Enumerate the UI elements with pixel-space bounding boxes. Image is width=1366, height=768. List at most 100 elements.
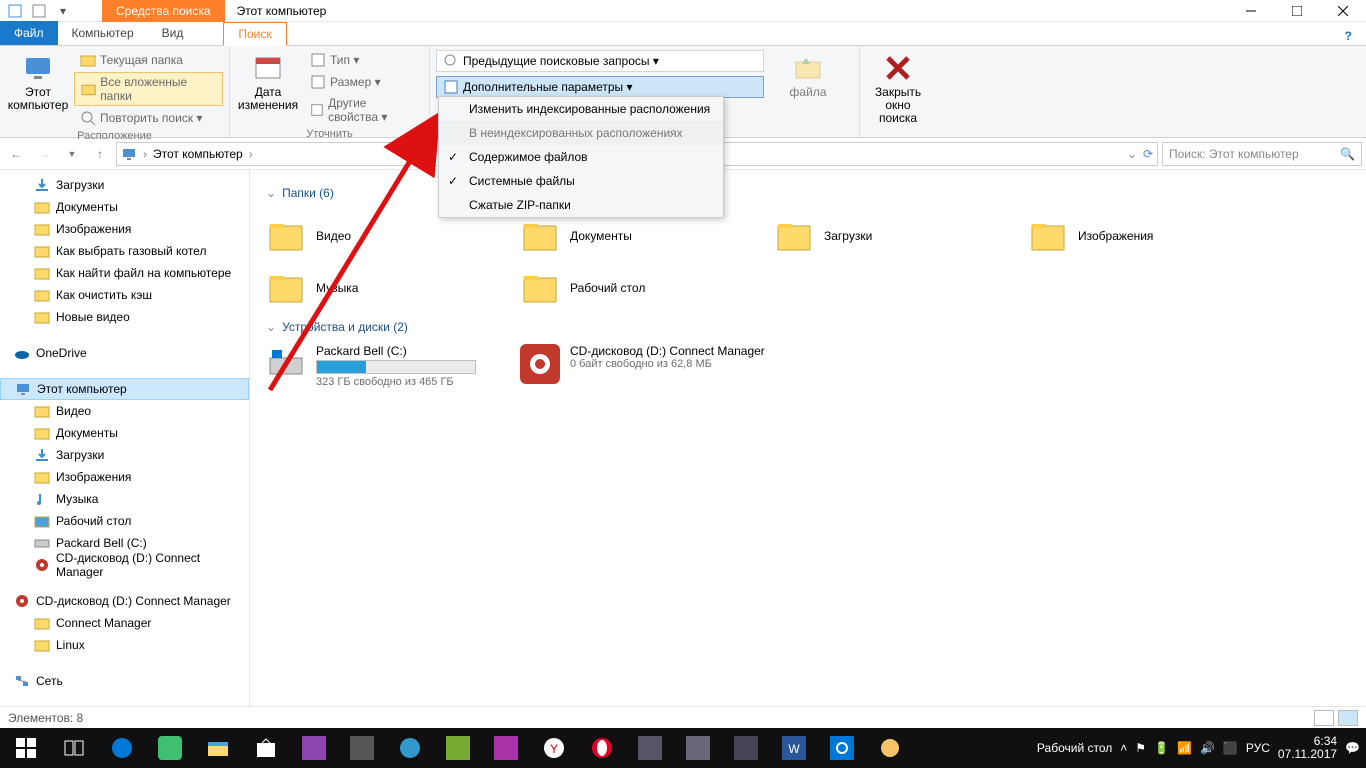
current-folder-button[interactable]: Текущая папка [74, 50, 223, 70]
qat-dropdown[interactable]: ▾ [54, 2, 72, 20]
help-button[interactable]: ? [1331, 27, 1366, 45]
tree-node[interactable]: Изображения [0, 218, 249, 240]
taskbar-app-7[interactable] [626, 728, 674, 768]
tab-search[interactable]: Поиск [223, 22, 286, 46]
taskbar-paint[interactable] [866, 728, 914, 768]
taskbar-opera[interactable] [578, 728, 626, 768]
taskbar-store[interactable] [242, 728, 290, 768]
tray-volume-icon[interactable]: 🔊 [1200, 741, 1215, 755]
search-input[interactable]: Поиск: Этот компьютер 🔍 [1162, 142, 1362, 166]
folder-item[interactable]: Изображения [1028, 210, 1282, 262]
taskbar-app-8[interactable] [674, 728, 722, 768]
minimize-button[interactable] [1228, 0, 1274, 22]
qat-new-icon[interactable] [30, 2, 48, 20]
notifications-icon[interactable]: 💬 [1345, 741, 1360, 755]
tray-icon-1[interactable]: ⚑ [1135, 741, 1146, 755]
nav-forward-button[interactable]: → [32, 142, 56, 166]
close-search-button[interactable]: Закрыть окно поиска [866, 50, 930, 128]
tree-node[interactable]: Музыка [0, 488, 249, 510]
advanced-options-button[interactable]: Дополнительные параметры ▾ [436, 76, 764, 98]
breadcrumb-segment[interactable]: Этот компьютер [153, 147, 243, 161]
qat-props-icon[interactable] [6, 2, 24, 20]
tray-icon-3[interactable]: ⬛ [1223, 741, 1238, 755]
tray-icon-2[interactable]: 🔋 [1154, 741, 1169, 755]
tray-network-icon[interactable]: 📶 [1177, 741, 1192, 755]
menu-section-header: В неиндексированных расположениях [439, 121, 723, 145]
taskbar-app-4[interactable] [386, 728, 434, 768]
tree-node[interactable]: Рабочий стол [0, 510, 249, 532]
taskbar-explorer[interactable] [194, 728, 242, 768]
tray-chevron-icon[interactable]: ˄ [1120, 741, 1127, 755]
tree-node[interactable]: Linux [0, 634, 249, 656]
folder-item[interactable]: Музыка [266, 262, 520, 314]
tree-node[interactable]: Как выбрать газовый котел [0, 240, 249, 262]
tree-node[interactable]: Новые видео [0, 306, 249, 328]
menu-change-indexed[interactable]: Изменить индексированные расположения [439, 97, 723, 121]
tree-node[interactable]: Загрузки [0, 174, 249, 196]
date-modified-button[interactable]: Дата изменения [236, 50, 300, 126]
taskbar-word[interactable]: W [770, 728, 818, 768]
tab-computer[interactable]: Компьютер [58, 21, 148, 45]
tab-view[interactable]: Вид [148, 21, 198, 45]
view-details-icon[interactable] [1314, 710, 1334, 726]
taskbar-settings[interactable] [818, 728, 866, 768]
taskbar-app-3[interactable] [338, 728, 386, 768]
menu-zip[interactable]: Сжатые ZIP-папки [439, 193, 723, 217]
taskbar-app-9[interactable] [722, 728, 770, 768]
close-button[interactable] [1320, 0, 1366, 22]
size-button[interactable]: Размер ▾ [304, 72, 423, 92]
all-subfolders-button[interactable]: Все вложенные папки [74, 72, 223, 106]
tree-node[interactable]: Документы [0, 422, 249, 444]
show-desktop-label[interactable]: Рабочий стол [1037, 741, 1112, 755]
nav-recent-button[interactable]: ▼ [60, 142, 84, 166]
tree-node[interactable]: Этот компьютер [0, 378, 249, 400]
this-pc-button[interactable]: Этот компьютер [6, 50, 70, 128]
nav-back-button[interactable]: ← [4, 142, 28, 166]
maximize-button[interactable] [1274, 0, 1320, 22]
menu-file-contents[interactable]: ✓Содержимое файлов [439, 145, 723, 169]
tree-node[interactable]: Как найти файл на компьютере [0, 262, 249, 284]
taskbar-app-5[interactable] [434, 728, 482, 768]
search-again-button[interactable]: Повторить поиск ▾ [74, 108, 223, 128]
tree-node[interactable]: OneDrive [0, 342, 249, 364]
tray-lang[interactable]: РУС [1246, 741, 1270, 755]
open-file-location-button[interactable]: файла [776, 50, 840, 101]
folder-item[interactable]: Рабочий стол [520, 262, 774, 314]
tray-clock[interactable]: 6:34 07.11.2017 [1278, 735, 1337, 761]
tree-node[interactable]: CD-дисковод (D:) Connect Manager [0, 554, 249, 576]
this-pc-label: Этот компьютер [8, 86, 69, 112]
refresh-icon[interactable]: ⟳ [1143, 147, 1153, 161]
tree-node[interactable]: Документы [0, 196, 249, 218]
tree-node[interactable]: CD-дисковод (D:) Connect Manager [0, 590, 249, 612]
taskbar-app-6[interactable] [482, 728, 530, 768]
menu-system-files[interactable]: ✓Системные файлы [439, 169, 723, 193]
tree-node[interactable]: Как очистить кэш [0, 284, 249, 306]
navigation-tree[interactable]: ЗагрузкиДокументыИзображенияКак выбрать … [0, 170, 250, 706]
check-icon: ✓ [445, 174, 461, 188]
drive-item[interactable]: CD-дисковод (D:) Connect Manager0 байт с… [520, 344, 774, 388]
tree-node[interactable]: Connect Manager [0, 612, 249, 634]
other-props-button[interactable]: Другие свойства ▾ [304, 94, 423, 126]
drive-item[interactable]: Packard Bell (C:)323 ГБ свободно из 465 … [266, 344, 520, 388]
taskview-button[interactable] [50, 728, 98, 768]
tree-node[interactable]: Видео [0, 400, 249, 422]
taskbar-yandex[interactable]: Y [530, 728, 578, 768]
view-tiles-icon[interactable] [1338, 710, 1358, 726]
taskbar-app-1[interactable] [146, 728, 194, 768]
tree-node[interactable]: Сеть [0, 670, 249, 692]
tree-node[interactable]: Изображения [0, 466, 249, 488]
taskbar-app-2[interactable] [290, 728, 338, 768]
address-dropdown-icon[interactable]: ⌄ [1127, 147, 1137, 161]
search-icon: 🔍 [1340, 147, 1355, 161]
tree-node[interactable]: Загрузки [0, 444, 249, 466]
recent-searches-button[interactable]: Предыдущие поисковые запросы ▾ [436, 50, 764, 72]
taskbar-edge[interactable] [98, 728, 146, 768]
tab-file[interactable]: Файл [0, 21, 58, 45]
drives-group-header[interactable]: ⌄Устройства и диски (2) [266, 320, 1350, 334]
this-pc-icon [121, 146, 137, 162]
start-button[interactable] [2, 728, 50, 768]
folders-group-header[interactable]: ⌄Папки (6) [266, 186, 1350, 200]
type-button[interactable]: Тип ▾ [304, 50, 423, 70]
folder-item[interactable]: Загрузки [774, 210, 1028, 262]
nav-up-button[interactable]: ↑ [88, 142, 112, 166]
